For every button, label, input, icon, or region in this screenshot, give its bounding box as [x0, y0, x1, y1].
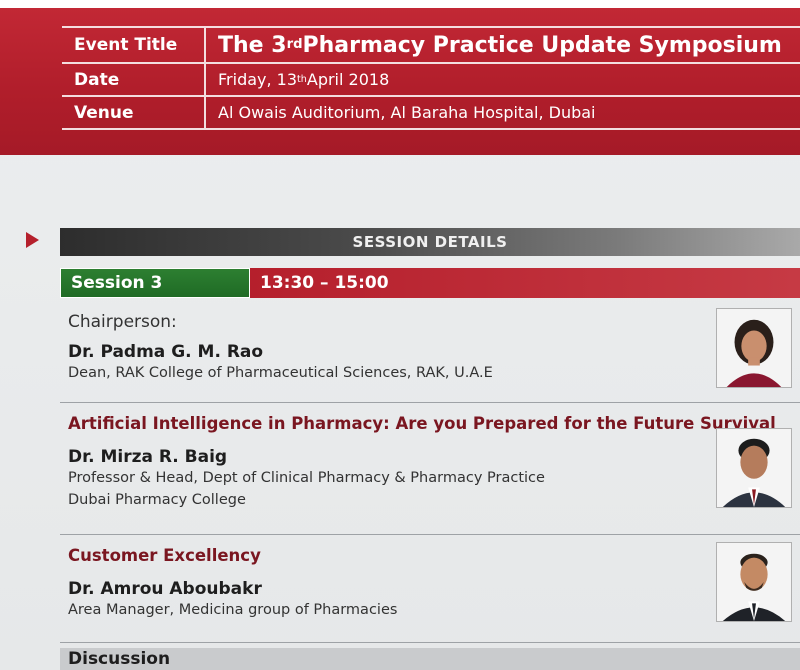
event-row-title: Event Title The 3rd Pharmacy Practice Up…: [62, 28, 800, 64]
speaker-affiliation: Dubai Pharmacy College: [68, 492, 246, 508]
event-title-value: The 3rd Pharmacy Practice Update Symposi…: [218, 32, 782, 58]
section-divider: [60, 402, 800, 403]
speaker-name: Dr. Mirza R. Baig: [68, 447, 228, 467]
event-label: Date: [62, 64, 206, 95]
man-portrait-icon: [717, 543, 791, 621]
event-row-venue: Venue Al Owais Auditorium, Al Baraha Hos…: [62, 97, 800, 130]
speaker-photo-avatar: [716, 428, 792, 508]
event-details-table: Event Title The 3rd Pharmacy Practice Up…: [62, 26, 800, 130]
discussion-row: Discussion: [60, 648, 800, 670]
man-portrait-icon: [717, 429, 791, 507]
event-details-panel: Event Title The 3rd Pharmacy Practice Up…: [0, 0, 800, 155]
triangle-arrow-icon: [26, 232, 39, 248]
event-date-value: Friday, 13th April 2018: [218, 70, 390, 89]
speaker-name: Dr. Amrou Aboubakr: [68, 579, 262, 599]
section-divider: [60, 642, 800, 643]
chairperson-block: Chairperson: Dr. Padma G. M. Rao Dean, R…: [60, 312, 800, 384]
event-venue-value: Al Owais Auditorium, Al Baraha Hospital,…: [218, 103, 596, 122]
section-divider: [60, 534, 800, 535]
speaker-role: Area Manager, Medicina group of Pharmaci…: [68, 602, 398, 618]
speaker-photo-avatar: [716, 308, 792, 388]
event-row-date: Date Friday, 13th April 2018: [62, 64, 800, 97]
session-time: 13:30 – 15:00: [250, 268, 800, 298]
speaker-name: Dr. Padma G. M. Rao: [68, 342, 264, 362]
event-label: Venue: [62, 97, 206, 128]
session-details-header: SESSION DETAILS: [60, 228, 800, 256]
talk-title: Artificial Intelligence in Pharmacy: Are…: [68, 414, 776, 433]
session-name: Session 3: [60, 268, 250, 298]
talk-title: Customer Excellency: [68, 546, 261, 565]
speaker-role: Dean, RAK College of Pharmaceutical Scie…: [68, 365, 493, 381]
speaker-photo-avatar: [716, 542, 792, 622]
talk-block: Artificial Intelligence in Pharmacy: Are…: [60, 414, 800, 511]
talk-block: Customer Excellency Dr. Amrou Aboubakr A…: [60, 546, 800, 621]
woman-portrait-icon: [717, 309, 791, 387]
speaker-role: Professor & Head, Dept of Clinical Pharm…: [68, 470, 545, 486]
chairperson-label: Chairperson:: [68, 312, 177, 332]
event-label: Event Title: [62, 28, 206, 62]
session-info-row: Session 3 13:30 – 15:00: [60, 268, 800, 298]
